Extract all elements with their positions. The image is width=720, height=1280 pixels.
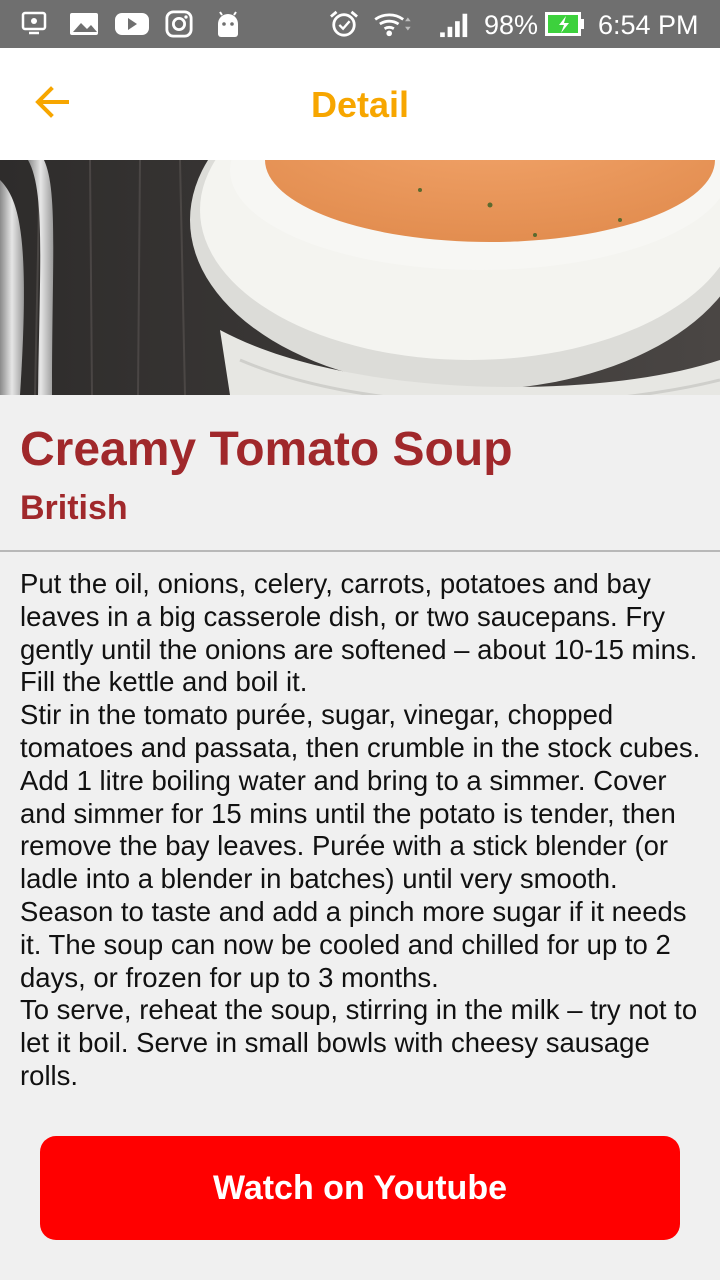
battery-percent: 98% bbox=[484, 10, 539, 40]
wifi-icon bbox=[374, 13, 411, 37]
recipe-title: Creamy Tomato Soup bbox=[20, 423, 513, 476]
recipe-cuisine: British bbox=[20, 489, 128, 527]
screen-cast-icon bbox=[21, 11, 47, 35]
signal-icon bbox=[440, 13, 468, 38]
page-title: Detail bbox=[310, 84, 410, 125]
soup-bowl-illustration bbox=[0, 160, 720, 395]
recipe-instructions: Put the oil, onions, celery, carrots, po… bbox=[20, 568, 701, 1091]
android-icon bbox=[218, 11, 238, 37]
youtube-notification-icon bbox=[115, 13, 149, 35]
divider bbox=[0, 550, 720, 552]
app-bar: Detail bbox=[0, 48, 720, 160]
clock-time: 6:54 PM bbox=[598, 10, 699, 40]
instagram-icon bbox=[165, 10, 193, 38]
recipe-image bbox=[0, 160, 720, 395]
watch-youtube-button[interactable]: Watch on Youtube bbox=[40, 1136, 680, 1240]
image-icon bbox=[70, 13, 98, 35]
battery-charging-icon bbox=[545, 12, 584, 36]
alarm-icon bbox=[330, 10, 358, 37]
status-bar: 98% 6:54 PM bbox=[0, 0, 720, 48]
